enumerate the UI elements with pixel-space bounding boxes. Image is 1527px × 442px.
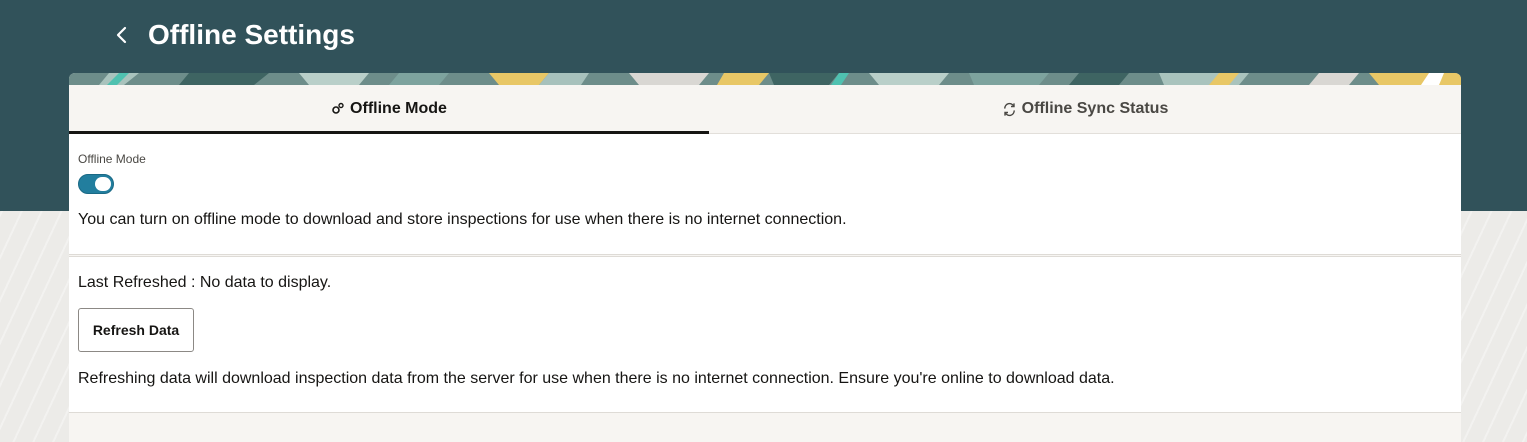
gears-icon <box>331 102 345 116</box>
tab-offline-mode-label: Offline Mode <box>350 100 447 117</box>
refresh-data-section: Last Refreshed : No data to display. Ref… <box>69 256 1461 413</box>
tab-bar: Offline Mode Offline Sync Status <box>69 85 1461 134</box>
toggle-knob <box>95 177 111 191</box>
tab-offline-sync-status[interactable]: Offline Sync Status <box>709 85 1461 133</box>
sync-icon <box>1002 102 1017 117</box>
offline-mode-section: Offline Mode You can turn on offline mod… <box>69 134 1461 255</box>
settings-card: Offline Mode Offline Sync Status Offline… <box>69 73 1461 442</box>
decorative-banner <box>69 73 1461 85</box>
chevron-left-icon <box>116 26 127 44</box>
last-refreshed-text: Last Refreshed : No data to display. <box>78 274 332 291</box>
offline-mode-toggle[interactable] <box>78 174 114 194</box>
page-title: Offline Settings <box>148 19 355 50</box>
refresh-data-description: Refreshing data will download inspection… <box>78 370 1115 387</box>
refresh-data-button[interactable]: Refresh Data <box>78 308 194 352</box>
offline-mode-label: Offline Mode <box>78 152 146 166</box>
tab-offline-sync-status-label: Offline Sync Status <box>1021 100 1169 117</box>
back-button[interactable] <box>108 20 136 50</box>
tab-offline-mode[interactable]: Offline Mode <box>69 85 709 134</box>
offline-mode-description: You can turn on offline mode to download… <box>78 211 847 228</box>
